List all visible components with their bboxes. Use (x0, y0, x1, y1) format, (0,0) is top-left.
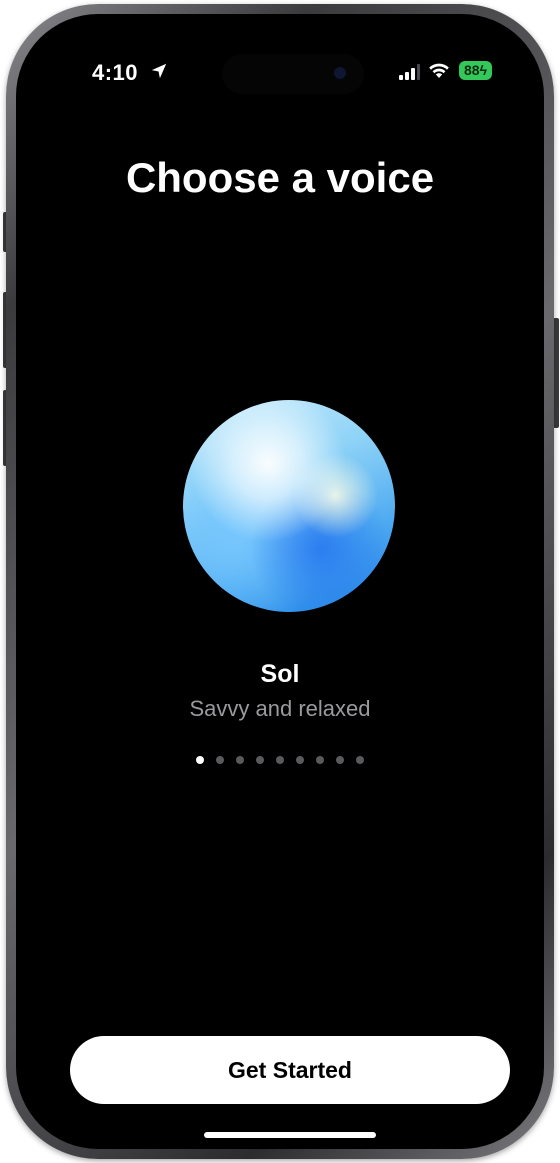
page-title: Choose a voice (125, 154, 435, 201)
battery-level: 88 (464, 62, 480, 78)
wifi-icon (429, 63, 449, 78)
page-dot[interactable] (356, 756, 364, 764)
charging-bolt-icon: ϟ (479, 62, 487, 78)
page-dot[interactable] (276, 756, 284, 764)
front-camera (334, 67, 346, 79)
page-dot[interactable] (256, 756, 264, 764)
location-arrow-icon (151, 63, 167, 79)
cellular-signal-icon (399, 64, 420, 80)
home-indicator[interactable] (204, 1132, 376, 1138)
voice-orb[interactable] (183, 400, 395, 612)
screen: 4:10 88ϟ Choose a voice Sol Savvy and re… (16, 14, 544, 1149)
page-dot[interactable] (336, 756, 344, 764)
page-dot[interactable] (296, 756, 304, 764)
get-started-button[interactable]: Get Started (70, 1036, 510, 1104)
page-dot[interactable] (196, 756, 204, 764)
phone-frame: 4:10 88ϟ Choose a voice Sol Savvy and re… (6, 4, 554, 1159)
page-dot[interactable] (236, 756, 244, 764)
page-indicator[interactable] (16, 756, 544, 764)
status-time: 4:10 (92, 60, 139, 85)
dynamic-island (222, 54, 364, 94)
voice-name: Sol (260, 660, 300, 688)
page-dot[interactable] (316, 756, 324, 764)
battery-icon: 88ϟ (459, 61, 492, 80)
page-dot[interactable] (216, 756, 224, 764)
voice-description: Savvy and relaxed (189, 696, 371, 721)
